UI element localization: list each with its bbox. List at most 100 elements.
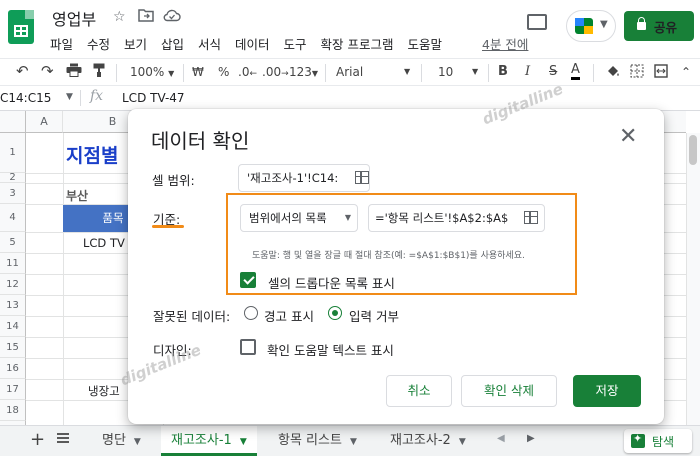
column-header-a[interactable]: A: [26, 111, 63, 133]
menu-edit[interactable]: 수정: [87, 37, 110, 52]
select-all-corner[interactable]: [0, 111, 26, 133]
move-folder-icon[interactable]: [138, 8, 154, 26]
font-caret-icon[interactable]: ▼: [404, 67, 410, 76]
cell-range-input[interactable]: '재고조사-1'!C14:: [238, 164, 370, 192]
row-header[interactable]: 5: [0, 232, 26, 253]
scroll-tabs-right-icon[interactable]: ▶: [527, 433, 535, 444]
lcd-tv-cell[interactable]: LCD TV: [83, 236, 125, 250]
select-range-icon[interactable]: [355, 171, 369, 184]
warn-radio[interactable]: [244, 306, 258, 320]
reject-radio[interactable]: [328, 306, 342, 320]
branch-cell[interactable]: 부산: [66, 187, 88, 204]
sheets-logo-icon[interactable]: [8, 10, 34, 44]
menu-tools[interactable]: 도구: [284, 37, 307, 52]
select-criteria-range-icon[interactable]: [524, 211, 538, 224]
currency-button[interactable]: ₩: [192, 65, 204, 79]
name-box[interactable]: C14:C15: [0, 91, 62, 105]
show-dropdown-label: 셀의 드롭다운 목록 표시: [268, 276, 395, 291]
formula-bar: C14:C15 ▼ fx LCD TV-47: [0, 87, 700, 111]
row-header[interactable]: 4: [0, 204, 26, 232]
undo-icon[interactable]: ↶: [16, 62, 29, 80]
invalid-data-label: 잘못된 데이터:: [153, 309, 231, 324]
strikethrough-button[interactable]: S: [549, 64, 557, 79]
cloud-saved-icon[interactable]: [163, 8, 181, 26]
redo-icon[interactable]: ↷: [41, 62, 54, 80]
sheet-tabs-bar: + 명단▼ 재고조사-1▼ 항목 리스트▼ 재고조사-2▼ ◀ ▶ 탐색: [0, 425, 700, 456]
font-size-caret-icon[interactable]: ▼: [472, 67, 478, 76]
meet-button[interactable]: ▼: [566, 10, 616, 42]
tab-inventory-2[interactable]: 재고조사-2 ▼: [380, 426, 476, 456]
more-formats-select[interactable]: 123▼: [289, 65, 318, 79]
criteria-caret-icon: ▼: [344, 213, 351, 222]
help-text: 도움말: 행 및 열을 장글 때 절대 참조(예: =$A$1:$B$1)를 사…: [252, 251, 525, 261]
sheet-title-cell[interactable]: 지점별: [66, 141, 118, 168]
percent-button[interactable]: %: [218, 65, 229, 79]
row-header[interactable]: 2: [0, 173, 26, 183]
menu-help[interactable]: 도움말: [407, 37, 442, 52]
share-button[interactable]: 공유: [624, 11, 694, 41]
print-icon[interactable]: [66, 63, 82, 80]
dialog-title: 데이터 확인: [151, 129, 250, 153]
criteria-range-input[interactable]: ='항목 리스트'!$A$2:$A$: [368, 204, 545, 232]
document-title[interactable]: 영업부: [52, 6, 96, 30]
remove-validation-button[interactable]: 확인 삭제: [461, 375, 557, 407]
paint-format-icon[interactable]: [93, 63, 105, 80]
scroll-tabs-left-icon[interactable]: ◀: [497, 433, 505, 444]
row-header[interactable]: 12: [0, 274, 26, 295]
show-dropdown-checkbox[interactable]: [240, 272, 256, 288]
menu-extensions[interactable]: 확장 프로그램: [321, 37, 394, 52]
font-size-select[interactable]: 10: [438, 65, 453, 79]
row-header[interactable]: 1: [0, 133, 26, 173]
row-header[interactable]: 17: [0, 379, 26, 400]
row-header[interactable]: 14: [0, 316, 26, 337]
menu-insert[interactable]: 삽입: [161, 37, 184, 52]
close-icon[interactable]: ✕: [619, 124, 637, 149]
name-box-caret-icon[interactable]: ▼: [66, 92, 73, 102]
decrease-decimal-button[interactable]: .0←: [238, 65, 257, 79]
row-header[interactable]: 3: [0, 183, 26, 204]
fill-color-icon[interactable]: [605, 63, 621, 82]
formula-input[interactable]: LCD TV-47: [122, 91, 185, 105]
tab-roster[interactable]: 명단 ▼: [92, 426, 151, 456]
criteria-type-select[interactable]: 범위에서의 목록 ▼: [240, 204, 358, 232]
merge-cells-icon[interactable]: [654, 64, 668, 81]
row-header[interactable]: 18: [0, 400, 26, 421]
vertical-scrollbar[interactable]: [686, 133, 700, 425]
refrigerator-cell[interactable]: 냉장고: [88, 383, 120, 399]
menu-data[interactable]: 데이터: [235, 37, 270, 52]
row-header[interactable]: 11: [0, 253, 26, 274]
caret-down-icon: ▼: [600, 19, 608, 30]
reject-option-label: 입력 거부: [349, 309, 399, 324]
tab-inventory-1[interactable]: 재고조사-1 ▼: [161, 426, 257, 456]
criteria-underline-highlight: [152, 225, 184, 228]
collapse-toolbar-icon[interactable]: ⌃: [681, 65, 691, 79]
all-sheets-icon[interactable]: [56, 431, 70, 449]
last-edit-link[interactable]: 4분 전에: [482, 34, 528, 53]
row-header[interactable]: 13: [0, 295, 26, 316]
explore-button[interactable]: 탐색: [624, 429, 692, 453]
menu-file[interactable]: 파일: [50, 37, 73, 52]
scrollbar-thumb[interactable]: [689, 135, 697, 165]
show-help-text-checkbox[interactable]: [240, 339, 256, 355]
borders-icon[interactable]: [630, 64, 644, 81]
menu-format[interactable]: 서식: [198, 37, 221, 52]
toolbar: ↶ ↷ 100% ▼ ₩ % .0← .00→ 123▼ Arial ▼ 10 …: [0, 58, 700, 86]
zoom-select[interactable]: 100% ▼: [130, 65, 174, 79]
add-sheet-button[interactable]: +: [30, 429, 45, 450]
increase-decimal-button[interactable]: .00→: [262, 65, 289, 79]
row-header[interactable]: 16: [0, 358, 26, 379]
bold-button[interactable]: B: [498, 64, 508, 79]
font-select[interactable]: Arial: [336, 65, 363, 79]
star-icon[interactable]: ☆: [113, 9, 126, 25]
save-button[interactable]: 저장: [573, 375, 641, 407]
app-header: 영업부 ☆ 파일 수정 보기 삽입 서식 데이터 도구 확장 프로그램 도움말 …: [0, 0, 700, 56]
lock-icon: [637, 17, 646, 30]
italic-button[interactable]: I: [525, 64, 530, 79]
cancel-button[interactable]: 취소: [386, 375, 452, 407]
data-validation-dialog: 데이터 확인 ✕ 셀 범위: '재고조사-1'!C14: 기준: 범위에서의 목…: [128, 109, 664, 424]
row-header[interactable]: 15: [0, 337, 26, 358]
comment-icon[interactable]: [527, 14, 547, 30]
tab-item-list[interactable]: 항목 리스트 ▼: [268, 426, 367, 456]
text-color-button[interactable]: A: [571, 62, 580, 80]
menu-view[interactable]: 보기: [124, 37, 147, 52]
